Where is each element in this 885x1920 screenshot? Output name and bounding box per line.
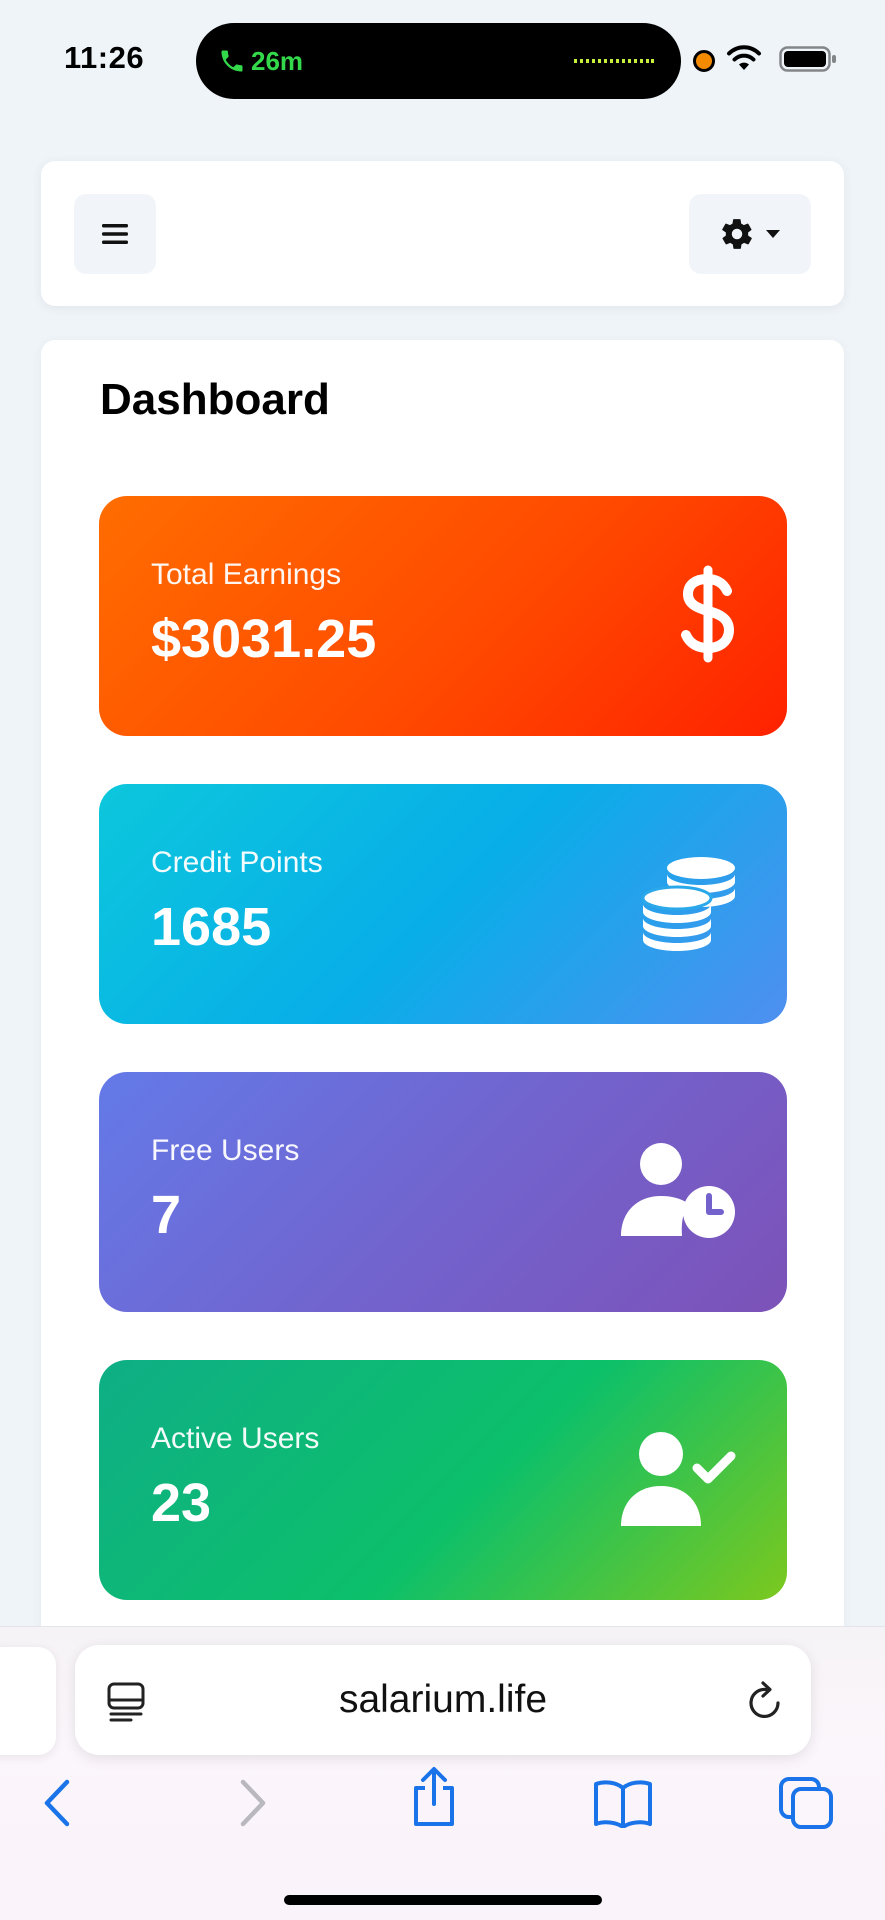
- user-clock-icon: [621, 1143, 735, 1238]
- stat-value: 1685: [151, 897, 272, 957]
- tabs-button[interactable]: [776, 1773, 836, 1833]
- stat-label: Free Users: [151, 1134, 300, 1167]
- stat-label: Credit Points: [151, 846, 323, 879]
- menu-toggle-button[interactable]: [74, 194, 156, 274]
- audio-wave-icon: [574, 59, 654, 63]
- caret-down-icon: [766, 230, 780, 238]
- bookmarks-button[interactable]: [590, 1773, 656, 1833]
- dashboard-panel: Dashboard Total Earnings $3031.25 Credit…: [41, 340, 844, 1640]
- page-title: Dashboard: [100, 375, 330, 424]
- call-duration: 26m: [251, 46, 304, 76]
- recording-dot-icon: [693, 50, 715, 72]
- user-check-icon: [621, 1432, 736, 1526]
- share-icon: [414, 1767, 454, 1826]
- hamburger-menu-icon: [102, 224, 128, 244]
- previous-tab-preview[interactable]: [0, 1647, 56, 1755]
- back-icon: [44, 1779, 70, 1827]
- back-button[interactable]: [28, 1773, 88, 1833]
- coins-icon: [641, 857, 735, 951]
- active-users-card[interactable]: Active Users 23: [99, 1360, 787, 1600]
- stat-value: 7: [151, 1185, 182, 1245]
- settings-dropdown-button[interactable]: [689, 194, 811, 274]
- phone-icon: [221, 50, 243, 72]
- forward-button[interactable]: [222, 1773, 282, 1833]
- address-bar[interactable]: salarium.life: [75, 1645, 811, 1755]
- url-text: salarium.life: [338, 1678, 548, 1721]
- status-time: 11:26: [64, 40, 145, 75]
- stat-label: Active Users: [151, 1422, 320, 1455]
- reload-icon[interactable]: [745, 1679, 787, 1723]
- total-earnings-card[interactable]: Total Earnings $3031.25: [99, 496, 787, 736]
- top-navbar: [41, 161, 844, 306]
- stat-value: $3031.25: [151, 609, 377, 669]
- stat-label: Total Earnings: [151, 558, 342, 591]
- browser-toolbar: salarium.life: [0, 1626, 885, 1920]
- wifi-icon: [727, 45, 761, 70]
- tabs-icon: [779, 1777, 833, 1829]
- forward-icon: [240, 1779, 266, 1827]
- free-users-card[interactable]: Free Users 7: [99, 1072, 787, 1312]
- gear-icon: [722, 219, 752, 249]
- dynamic-island-call[interactable]: 26m: [196, 23, 681, 99]
- screen: 11:26 26m Dashboard Total Earnings $3031…: [0, 0, 885, 1920]
- battery-icon: [779, 46, 836, 72]
- bookmarks-icon: [594, 1780, 652, 1828]
- dollar-icon: [681, 565, 735, 663]
- share-button[interactable]: [404, 1767, 464, 1827]
- home-indicator: [284, 1895, 602, 1905]
- stat-value: 23: [151, 1473, 212, 1533]
- credit-points-card[interactable]: Credit Points 1685: [99, 784, 787, 1024]
